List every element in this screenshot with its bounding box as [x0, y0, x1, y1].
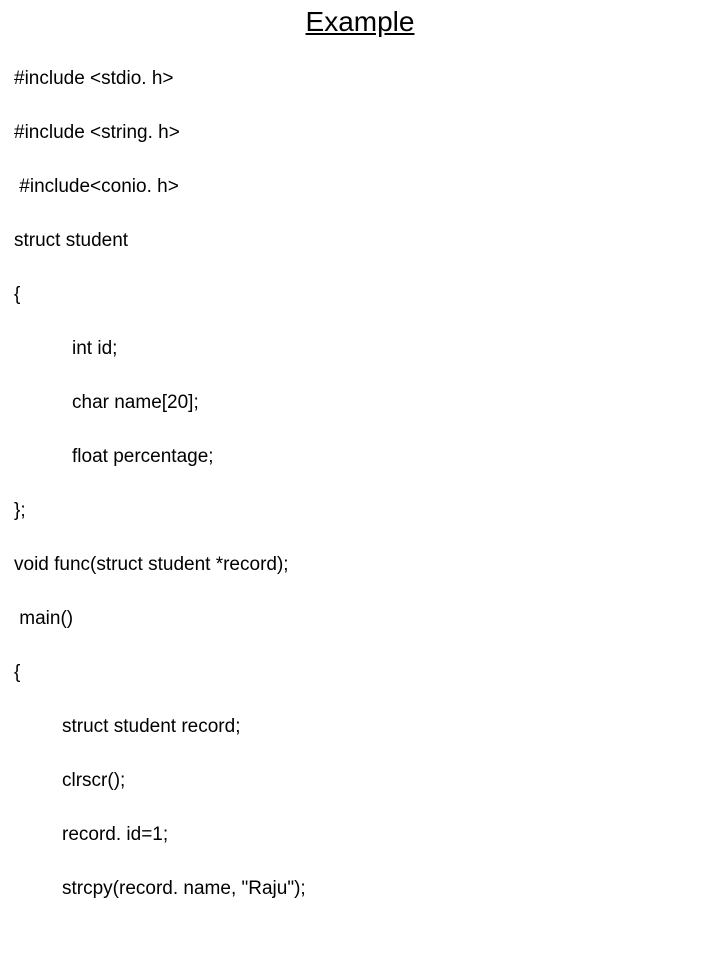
code-text: strcpy(record. name, "Raju");: [14, 875, 306, 902]
code-line: struct student record;: [14, 713, 306, 740]
slide-page: Example #include <stdio. h> #include <st…: [0, 0, 720, 540]
code-text: float percentage;: [14, 443, 214, 470]
code-line: {: [14, 659, 306, 686]
slide-title: Example: [0, 6, 720, 38]
code-line: float percentage;: [14, 443, 306, 470]
code-line: {: [14, 281, 306, 308]
code-line: struct student: [14, 227, 306, 254]
code-line: record. id=1;: [14, 821, 306, 848]
code-text: int id;: [14, 335, 117, 362]
code-line: int id;: [14, 335, 306, 362]
code-text: clrscr();: [14, 767, 125, 794]
code-line: strcpy(record. name, "Raju");: [14, 875, 306, 902]
code-line: void func(struct student *record);: [14, 551, 306, 578]
code-text: char name[20];: [14, 389, 199, 416]
code-line: #include <string. h>: [14, 119, 306, 146]
code-text: struct student record;: [14, 713, 240, 740]
code-line: #include <stdio. h>: [14, 65, 306, 92]
code-block: #include <stdio. h> #include <string. h>…: [14, 38, 306, 956]
code-line: };: [14, 497, 306, 524]
code-line: char name[20];: [14, 389, 306, 416]
code-text: record. id=1;: [14, 821, 168, 848]
code-line: main(): [14, 605, 306, 632]
code-line: #include<conio. h>: [14, 173, 306, 200]
code-line: clrscr();: [14, 767, 306, 794]
